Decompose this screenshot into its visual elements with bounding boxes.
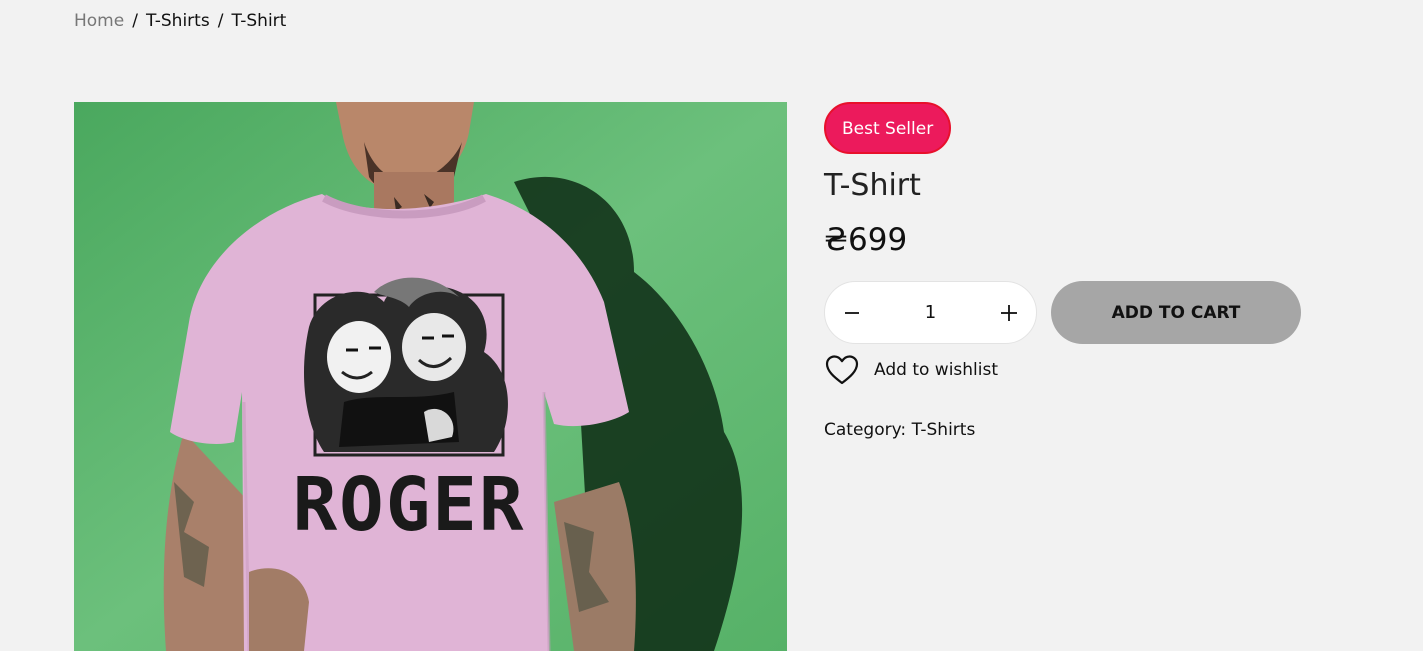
breadcrumb: Home / T-Shirts / T-Shirt xyxy=(74,11,286,31)
add-to-cart-button[interactable]: ADD TO CART xyxy=(1051,281,1301,344)
product-info: Best Seller T-Shirt ₴699 1 ADD TO CART A… xyxy=(824,102,1301,440)
decrease-quantity-button[interactable] xyxy=(839,300,865,326)
category-link[interactable]: T-Shirts xyxy=(912,420,976,440)
add-to-wishlist-link[interactable]: Add to wishlist xyxy=(824,354,998,386)
shirt-print-text: ROGER xyxy=(293,462,526,548)
breadcrumb-separator: / xyxy=(132,11,138,31)
product-title: T-Shirt xyxy=(824,168,921,203)
breadcrumb-current: T-Shirt xyxy=(231,11,287,31)
breadcrumb-category-link[interactable]: T-Shirts xyxy=(146,11,210,31)
wishlist-label: Add to wishlist xyxy=(874,360,999,380)
product-photo-illustration: ROGER xyxy=(74,102,787,651)
increase-quantity-button[interactable] xyxy=(996,300,1022,326)
heart-icon xyxy=(825,355,859,385)
quantity-stepper: 1 xyxy=(824,281,1037,344)
category-label: Category: xyxy=(824,420,907,440)
best-seller-badge: Best Seller xyxy=(824,102,952,154)
breadcrumb-separator: / xyxy=(217,11,224,31)
plus-icon xyxy=(1000,304,1017,321)
product-image[interactable]: ROGER xyxy=(74,102,787,651)
breadcrumb-home-link[interactable]: Home xyxy=(74,11,124,31)
product-category: Category: T-Shirts xyxy=(824,420,975,440)
product-price: ₴699 xyxy=(824,222,908,258)
minus-icon xyxy=(845,311,859,314)
quantity-input[interactable]: 1 xyxy=(925,302,936,323)
